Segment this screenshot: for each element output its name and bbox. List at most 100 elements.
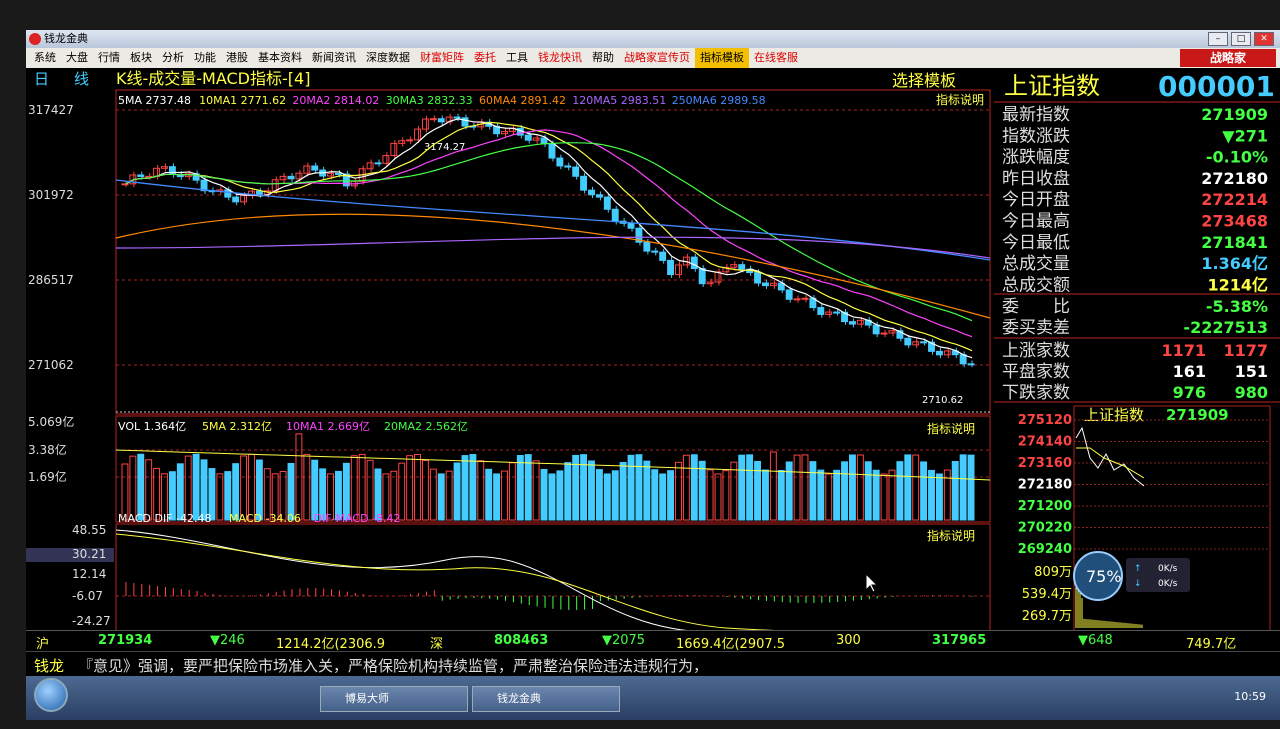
quote-label: 最新指数 [1002, 105, 1070, 125]
taskbar: 博易大师 钱龙金典 10:59 [26, 676, 1280, 720]
volume-bar [817, 469, 825, 521]
candle [967, 363, 975, 366]
candle [904, 337, 912, 346]
candle [833, 311, 841, 314]
candle [595, 194, 603, 198]
macd-axis-label: -24.27 [72, 614, 111, 628]
menu-item-7[interactable]: 基本资料 [253, 48, 307, 68]
candle [580, 175, 588, 191]
vol-axis-label: 1.69亿 [28, 469, 67, 484]
candle [762, 282, 769, 287]
breadth-value-1: 1171 [1161, 341, 1206, 360]
volume-bar [746, 454, 754, 521]
volume-bar [485, 468, 493, 521]
hs300-label: 300 [836, 633, 861, 648]
candle [461, 117, 469, 127]
volume-bar [453, 462, 461, 521]
breadth-value-2: 151 [1235, 362, 1268, 381]
mini-price-label: 269240 [1018, 542, 1072, 557]
menu-item-3[interactable]: 板块 [125, 48, 157, 68]
candle [121, 183, 129, 186]
candle [287, 175, 295, 180]
candle [690, 256, 698, 270]
menu-item-2[interactable]: 行情 [93, 48, 125, 68]
quote-label: 涨跌幅度 [1002, 148, 1070, 168]
candle [406, 139, 414, 142]
brand-button[interactable]: 战略家 [1180, 49, 1276, 67]
vol-legend-item: 20MA2 2.562亿 [384, 420, 468, 433]
menu-item-12[interactable]: 工具 [501, 48, 533, 68]
window-title: 钱龙金典 [44, 32, 88, 45]
candle [880, 332, 888, 335]
menu-item-1[interactable]: 大盘 [61, 48, 93, 68]
volume-bar [935, 473, 943, 521]
volume-bar [762, 469, 769, 521]
close-button[interactable]: ✕ [1254, 32, 1274, 46]
breadth-value-1: 161 [1173, 362, 1206, 381]
volume-bar [611, 470, 619, 521]
menu-item-4[interactable]: 分析 [157, 48, 189, 68]
macd-legend-item: MACD DIF -42.48 [118, 512, 211, 525]
menu-item-13[interactable]: 钱龙快讯 [533, 48, 587, 68]
taskbar-item-boyi[interactable]: 博易大师 [320, 686, 468, 712]
vol-axis-label: 5.069亿 [28, 414, 74, 429]
menu-item-17[interactable]: 在线客服 [749, 48, 803, 68]
start-button[interactable] [34, 678, 68, 712]
news-ticker[interactable]: 钱龙 『意见》强调，要严把保险市场准入关，严格保险机构持续监管，严肃整治保险违法… [26, 651, 1280, 675]
breadth-label: 平盘家数 [1002, 362, 1070, 382]
menu-item-16[interactable]: 指标模板 [695, 48, 749, 68]
volume-bar [564, 462, 572, 521]
vol-legend-item: VOL 1.364亿 [118, 420, 186, 433]
ratio-label: 委 比 [1002, 297, 1070, 317]
menu-item-14[interactable]: 帮助 [587, 48, 619, 68]
mini-vol-label: 809万 [1034, 565, 1072, 580]
quote-value: 272180 [1201, 169, 1268, 188]
clock: 10:59 [1234, 690, 1266, 703]
menu-item-10[interactable]: 财富矩阵 [415, 48, 469, 68]
mini-value: 271909 [1166, 406, 1229, 424]
volume-bar [920, 461, 928, 521]
title-bar: 钱龙金典 – □ ✕ [26, 30, 1280, 48]
sh-change: ▼246 [210, 633, 245, 648]
candle [311, 165, 319, 171]
volume-bar [777, 469, 785, 521]
candle [603, 196, 611, 210]
quote-value: 1.364亿 [1201, 254, 1268, 273]
volume-bar [951, 461, 959, 521]
ratio-value: -2227513 [1183, 318, 1268, 337]
ma-legend-item: 60MA4 2891.42 [479, 94, 566, 107]
menu-item-6[interactable]: 港股 [221, 48, 253, 68]
maximize-button[interactable]: □ [1231, 32, 1251, 46]
quote-label: 指数涨跌 [1002, 126, 1070, 146]
menu-item-9[interactable]: 深度数据 [361, 48, 415, 68]
breadth-label: 上涨家数 [1002, 341, 1070, 361]
menu-item-8[interactable]: 新闻资讯 [307, 48, 361, 68]
volume-bar [619, 461, 627, 521]
taskbar-item-qianlong[interactable]: 钱龙金典 [472, 686, 620, 712]
vol-axis-label: 3.38亿 [28, 442, 67, 457]
kline-chart[interactable]: 日 线 K线-成交量-MACD指标-[4] 选择模板 317427 301972 28651… [26, 68, 992, 644]
candle [817, 307, 825, 315]
menu-item-0[interactable]: 系统 [29, 48, 61, 68]
app-window: 钱龙金典 – □ ✕ 系统 大盘 行情 板块 分析 功能 港股 基本资料 新闻资讯 深度数据 财富矩阵委… [26, 30, 1280, 720]
mini-vol-label: 269.7万 [1022, 609, 1072, 624]
candle [137, 174, 145, 177]
candle [548, 143, 556, 159]
candle [627, 222, 635, 229]
minimize-button[interactable]: – [1208, 32, 1228, 46]
indicator-help-macd: 指标说明 [927, 528, 975, 543]
menu-item-11[interactable]: 委托 [469, 48, 501, 68]
sh-value: 271934 [98, 633, 153, 648]
quote-label: 昨日收盘 [1002, 169, 1070, 189]
candle [698, 268, 706, 285]
volume-bar [872, 469, 880, 521]
macd-axis-label: 48.55 [72, 523, 106, 537]
menu-item-5[interactable]: 功能 [189, 48, 221, 68]
mini-price-label: 270220 [1018, 521, 1072, 536]
volume-bar [516, 454, 524, 521]
mini-vol-label: 539.4万 [1022, 587, 1072, 602]
volume-bar [967, 454, 975, 521]
menu-item-15[interactable]: 战略家宣传页 [619, 48, 695, 68]
speed-down: 0K/s [1158, 579, 1178, 589]
market-status-bar: 沪 271934 ▼246 1214.2亿(2306.9 深 808463 ▼2… [26, 630, 1280, 652]
